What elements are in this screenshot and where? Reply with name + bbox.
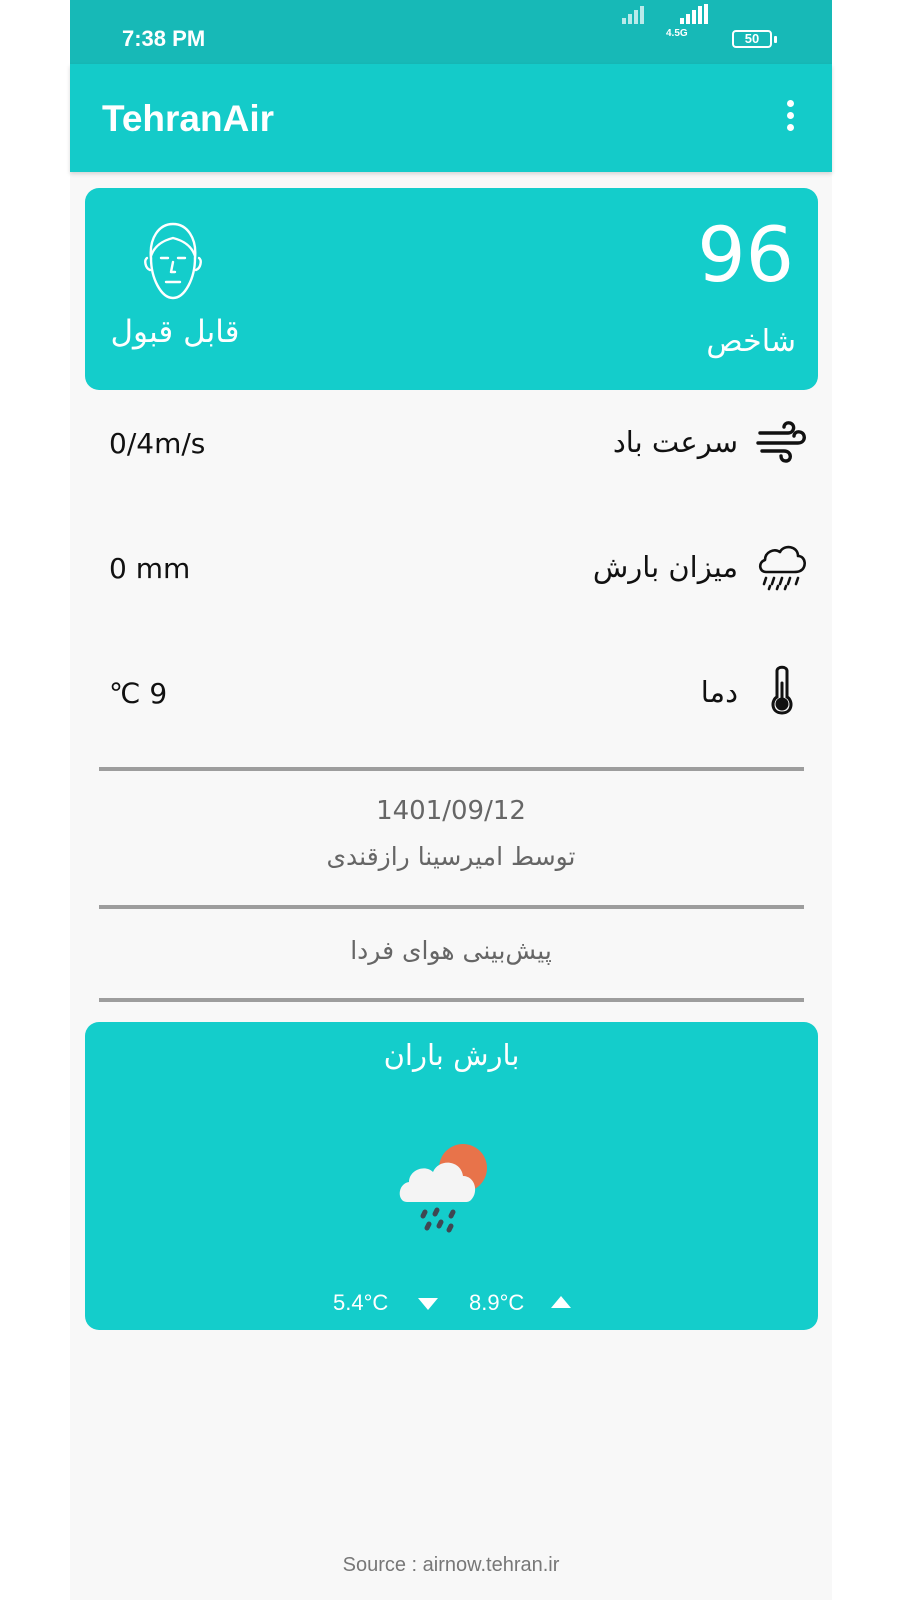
precipitation-label: میزان بارش [592,550,738,584]
divider [99,767,804,771]
more-options-button[interactable] [778,100,802,140]
status-bar: 7:38 PM 4.5G 50 [70,0,832,64]
arrow-up-icon [551,1296,571,1308]
forecast-card: بارش باران 5.4°C 8.9°C [85,1022,818,1330]
temperature-label: دما [700,675,738,709]
data-source-label: Source : airnow.tehran.ir [342,1554,560,1576]
forecast-condition: بارش باران [383,1038,520,1072]
neutral-face-icon [144,222,202,300]
arrow-down-icon [418,1298,438,1310]
rain-cloud-icon [758,545,806,591]
aqi-status: قابل قبول [110,314,240,350]
more-vert-icon-dot [786,112,794,119]
divider [99,905,804,909]
author-credit: توسط امیرسینا رازقندی [326,842,576,871]
aqi-card: 96 شاخص قابل قبول [85,188,818,390]
network-type-label: 4.5G [666,28,688,39]
phone-screen: 7:38 PM 4.5G 50 TehranAir 96 شاخص قابل ق… [70,0,832,1600]
app-bar: TehranAir [70,64,832,172]
aqi-label: شاخص [706,324,796,359]
rain-sun-cloud-icon [399,1144,487,1233]
battery-tip [774,36,777,43]
forecast-low-temp: 5.4°C [333,1290,389,1315]
wind-speed-label: سرعت باد [612,425,738,459]
divider [99,998,804,1002]
battery-indicator: 50 [732,30,772,48]
thermometer-icon [771,665,793,715]
signal-strength-icon [680,4,708,24]
more-vert-icon [786,100,794,107]
status-time: 7:38 PM [122,26,206,51]
forecast-high-temp: 8.9°C [469,1290,525,1315]
temperature-row: ℃ 9 دما [85,655,818,735]
aqi-value: 96 [697,210,794,299]
wind-speed-row: 0/4m/s سرعت باد [85,405,818,485]
more-vert-icon-dot [786,124,794,131]
signal-strength-icon [622,6,644,24]
precipitation-value: 0 mm [109,552,191,585]
precipitation-row: 0 mm میزان بارش [85,530,818,610]
temperature-value: ℃ 9 [109,677,168,710]
update-date: 1401/09/12 [376,796,526,826]
forecast-heading: پیش‌بینی هوای فردا [350,936,552,965]
wind-icon [756,421,806,463]
wind-speed-value: 0/4m/s [109,427,206,460]
app-title: TehranAir [102,98,275,139]
